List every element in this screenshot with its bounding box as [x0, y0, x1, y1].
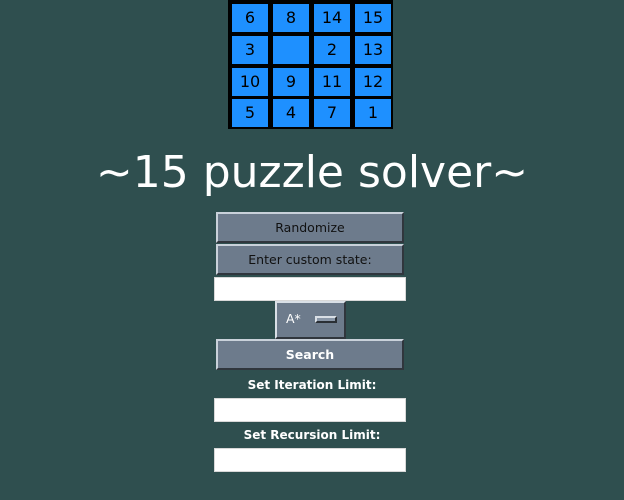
iteration-limit-input[interactable]	[214, 398, 406, 422]
custom-state-button[interactable]: Enter custom state:	[216, 244, 404, 275]
recursion-limit-input[interactable]	[214, 448, 406, 472]
puzzle-tile[interactable]: 10	[230, 66, 270, 98]
puzzle-tile[interactable]: 13	[353, 34, 393, 66]
algorithm-selector[interactable]: A*	[275, 301, 346, 339]
algorithm-selector-value: A*	[286, 311, 301, 326]
page-title: ~15 puzzle solver~	[95, 147, 529, 198]
puzzle-tile[interactable]: 15	[353, 2, 393, 34]
puzzle-tile[interactable]: 14	[312, 2, 352, 34]
puzzle-tile[interactable]: 3	[230, 34, 270, 66]
puzzle-tile[interactable]: 9	[271, 66, 311, 98]
recursion-limit-label: Set Recursion Limit:	[243, 428, 381, 442]
puzzle-tile-empty[interactable]	[271, 34, 311, 66]
search-button[interactable]: Search	[216, 339, 404, 370]
puzzle-tile[interactable]: 4	[271, 97, 311, 129]
puzzle-tile[interactable]: 1	[353, 97, 393, 129]
custom-state-input[interactable]	[214, 277, 406, 301]
puzzle-tile[interactable]: 5	[230, 97, 270, 129]
randomize-button[interactable]: Randomize	[216, 212, 404, 243]
puzzle-tile[interactable]: 8	[271, 2, 311, 34]
puzzle-tile[interactable]: 2	[312, 34, 352, 66]
iteration-limit-label: Set Iteration Limit:	[247, 378, 377, 392]
puzzle-board: 6 8 14 15 3 2 13 10 9 11 12 5 4 7 1	[228, 0, 393, 129]
puzzle-tile[interactable]: 6	[230, 2, 270, 34]
puzzle-tile[interactable]: 11	[312, 66, 352, 98]
puzzle-tile[interactable]: 12	[353, 66, 393, 98]
option-menu-indicator-icon	[315, 316, 337, 323]
puzzle-tile[interactable]: 7	[312, 97, 352, 129]
